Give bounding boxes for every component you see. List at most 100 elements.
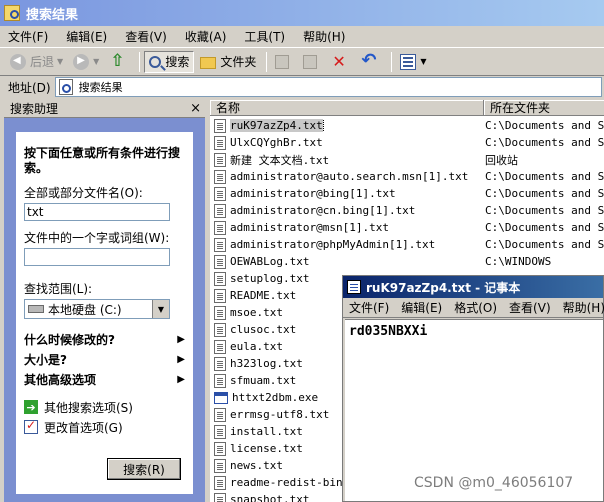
- link-label: 更改首选项(G): [44, 420, 123, 435]
- notepad-menu-help[interactable]: 帮助(H): [563, 299, 604, 316]
- table-row[interactable]: ruK97azZp4.txt C:\Documents and Se: [214, 117, 604, 134]
- text-file-icon: [214, 492, 226, 502]
- text-file-icon: [214, 186, 226, 201]
- expand-arrow-icon: ▶: [177, 373, 185, 385]
- search-button[interactable]: 搜索: [144, 50, 195, 73]
- table-row[interactable]: OEWABLog.txt C:\WINDOWS: [214, 253, 551, 270]
- file-folder: C:\Documents and Se: [485, 204, 604, 217]
- file-name-text: news.txt: [230, 459, 283, 472]
- watermark: CSDN @m0_46056107: [414, 475, 574, 491]
- chevron-down-icon[interactable]: ▼: [152, 300, 169, 318]
- move-to-button[interactable]: [271, 51, 297, 73]
- file-name-text: setuplog.txt: [230, 272, 310, 285]
- notepad-menu-file[interactable]: 文件(F): [349, 299, 389, 316]
- search-form: 按下面任意或所有条件进行搜索。 全部或部分文件名(O): txt 文件中的一个字…: [16, 132, 193, 494]
- toolbar: 后退 ▼ ▼ 搜索 文件夹 ▼: [0, 48, 604, 76]
- toolbar-separator: [266, 51, 268, 72]
- text-file-icon: [214, 424, 226, 439]
- menu-tools[interactable]: 工具(T): [244, 28, 285, 45]
- file-name-text: administrator@phpMyAdmin[1].txt: [230, 238, 436, 251]
- search-results-icon: [58, 79, 73, 95]
- filename-input[interactable]: txt: [24, 203, 170, 221]
- search-icon: [149, 55, 162, 68]
- delete-button[interactable]: [327, 51, 355, 73]
- toolbar-separator: [391, 51, 393, 72]
- file-name-text: license.txt: [230, 442, 303, 455]
- menu-file[interactable]: 文件(F): [8, 28, 48, 45]
- word-input[interactable]: [24, 248, 170, 266]
- table-row[interactable]: administrator@cn.bing[1].txt C:\Documents…: [214, 202, 604, 219]
- table-row[interactable]: administrator@auto.search.msn[1].txt C:\D…: [214, 168, 604, 185]
- file-name-text: administrator@cn.bing[1].txt: [230, 204, 416, 217]
- start-search-button[interactable]: 搜索(R): [107, 458, 181, 480]
- copy-to-button[interactable]: [299, 51, 325, 73]
- option-label: 其他高级选项: [24, 372, 97, 387]
- up-folder-button[interactable]: [105, 51, 133, 73]
- option-advanced[interactable]: 其他高级选项 ▶: [24, 369, 185, 389]
- views-button[interactable]: ▼: [396, 51, 430, 73]
- lookin-label: 查找范围(L):: [24, 282, 93, 296]
- back-dropdown-icon: ▼: [57, 57, 64, 66]
- copy-to-icon: [303, 54, 318, 69]
- table-row[interactable]: administrator@bing[1].txt C:\Documents an…: [214, 185, 604, 202]
- table-row[interactable]: UlxCQYghBr.txt C:\Documents and Se: [214, 134, 604, 151]
- text-file-icon: [214, 339, 226, 354]
- table-row[interactable]: administrator@phpMyAdmin[1].txt C:\Docume…: [214, 236, 604, 253]
- arrow-right-icon: ➔: [24, 400, 38, 414]
- file-name-text: administrator@bing[1].txt: [230, 187, 396, 200]
- text-file-icon: [214, 407, 226, 422]
- back-button[interactable]: 后退 ▼: [6, 51, 67, 73]
- text-file-icon: [214, 118, 226, 133]
- file-name: OEWABLog.txt: [230, 255, 485, 268]
- toolbar-separator: [139, 51, 141, 72]
- text-file-icon: [214, 254, 226, 269]
- other-search-options-link[interactable]: ➔ 其他搜索选项(S): [24, 397, 185, 417]
- option-date-modified[interactable]: 什么时候修改的? ▶: [24, 329, 185, 349]
- file-folder: C:\Documents and Se: [485, 119, 604, 132]
- menu-edit[interactable]: 编辑(E): [66, 28, 107, 45]
- window-titlebar[interactable]: 搜索结果: [0, 0, 604, 26]
- text-file-icon: [214, 135, 226, 150]
- option-label: 大小是?: [24, 352, 67, 367]
- option-label: 什么时候修改的?: [24, 332, 115, 347]
- notepad-titlebar[interactable]: ruK97azZp4.txt - 记事本: [343, 276, 603, 298]
- folders-button[interactable]: 文件夹: [196, 51, 260, 73]
- delete-icon: [331, 52, 347, 71]
- preferences-icon: [24, 418, 38, 434]
- file-name-text: errmsg-utf8.txt: [230, 408, 330, 421]
- file-folder: 回收站: [485, 153, 518, 167]
- option-size[interactable]: 大小是? ▶: [24, 349, 185, 369]
- menu-favorites[interactable]: 收藏(A): [185, 28, 227, 45]
- text-file-icon: [214, 356, 226, 371]
- menu-view[interactable]: 查看(V): [125, 28, 167, 45]
- table-row[interactable]: 新建 文本文档.txt 回收站: [214, 151, 518, 168]
- up-folder-icon: [109, 51, 125, 71]
- change-preferences-link[interactable]: 更改首选项(G): [24, 417, 185, 437]
- text-file-icon: [214, 288, 226, 303]
- column-header-name[interactable]: 名称: [210, 100, 484, 116]
- column-header-folder[interactable]: 所在文件夹: [484, 100, 604, 116]
- notepad-menubar: 文件(F) 编辑(E) 格式(O) 查看(V) 帮助(H): [343, 298, 604, 318]
- file-name-text: readme-redist-bins: [230, 476, 350, 489]
- notepad-text-area[interactable]: rd035NBXXi: [345, 319, 603, 501]
- menu-help[interactable]: 帮助(H): [303, 28, 345, 45]
- close-icon[interactable]: ×: [190, 101, 201, 116]
- notepad-window: ruK97azZp4.txt - 记事本 文件(F) 编辑(E) 格式(O) 查…: [342, 275, 604, 502]
- file-name-text: snapshot.txt: [230, 493, 310, 502]
- file-name-text: ruK97azZp4.txt: [230, 119, 324, 132]
- lookin-select[interactable]: 本地硬盘 (C:) ▼: [24, 299, 170, 319]
- notepad-menu-view[interactable]: 查看(V): [509, 299, 551, 316]
- file-name: UlxCQYghBr.txt: [230, 136, 485, 149]
- text-file-icon: [214, 152, 226, 167]
- folder-icon: [200, 56, 217, 69]
- undo-button[interactable]: [357, 50, 385, 73]
- file-folder: C:\Documents and Se: [485, 136, 604, 149]
- address-bar: 地址(D) 搜索结果: [0, 76, 604, 98]
- table-row[interactable]: administrator@msn[1].txt C:\Documents and…: [214, 219, 604, 236]
- forward-button[interactable]: ▼: [69, 51, 103, 73]
- address-input[interactable]: 搜索结果: [54, 77, 602, 97]
- word-label: 文件中的一个字或词组(W):: [24, 231, 170, 245]
- notepad-menu-format[interactable]: 格式(O): [454, 299, 497, 316]
- text-file-icon: [214, 271, 226, 286]
- notepad-menu-edit[interactable]: 编辑(E): [401, 299, 442, 316]
